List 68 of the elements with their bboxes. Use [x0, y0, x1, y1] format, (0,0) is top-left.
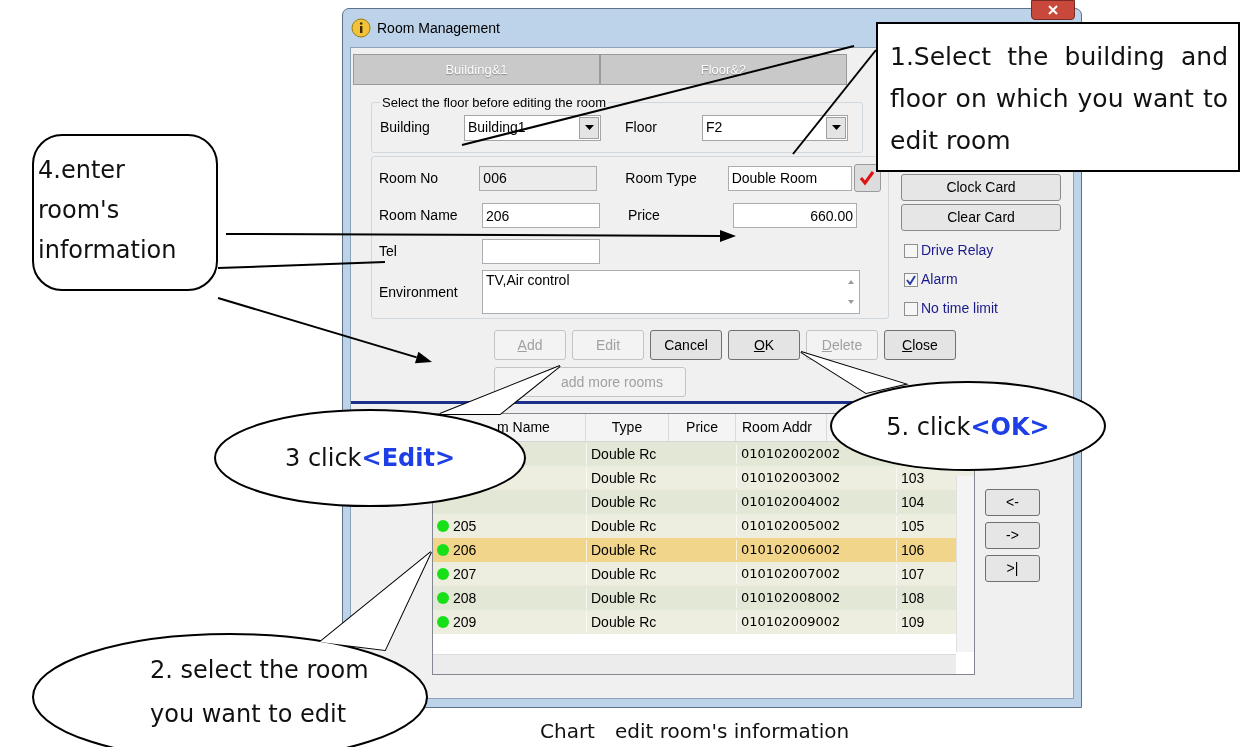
field-label: Environment [379, 282, 459, 302]
window-title: Room Management [377, 18, 500, 38]
callout-text: 4.enter room's information [38, 155, 178, 266]
field-label: Price [628, 206, 661, 225]
callout-text: 1.Select the building and floor on which you want to edit room [890, 41, 1228, 157]
checkbox[interactable] [904, 272, 918, 287]
table-cell: Double Rc [586, 491, 669, 513]
table-cell: 010102008002 [736, 588, 896, 608]
table-cell: Double Rc [586, 443, 669, 465]
table-cell-text: 207 [453, 564, 477, 584]
caret-icon [831, 125, 841, 130]
table-cell-text: 209 [453, 612, 477, 632]
input-field[interactable] [482, 239, 600, 264]
table-cell-text: 208 [453, 588, 477, 608]
card-button[interactable]: Clear Card [901, 204, 1061, 231]
column-header[interactable]: Room Addr [736, 414, 827, 441]
field-label: Room Name [379, 206, 459, 225]
group-caption: Select the floor before editing the room [381, 94, 608, 112]
table-cell: Double Rc [586, 587, 669, 609]
close-icon [1048, 5, 1058, 15]
field-label: Tel [379, 242, 398, 261]
checkbox-label: Alarm [921, 270, 958, 289]
horizontal-scrollbar[interactable] [433, 654, 956, 674]
table-cell: 010102003002 [736, 468, 896, 488]
table-cell: Double Rc [586, 515, 669, 537]
input-field[interactable]: 206 [482, 203, 600, 228]
column-header[interactable]: Price [669, 414, 736, 441]
checkbox-label: No time limit [921, 299, 998, 318]
table-cell: 010102004002 [736, 492, 896, 512]
checkbox[interactable] [904, 301, 918, 316]
column-header[interactable]: Type [586, 414, 669, 441]
checkmark-icon [859, 170, 876, 186]
field-label: Room No [379, 168, 440, 188]
field-label: Building [380, 118, 431, 137]
nav-button[interactable]: -> [985, 522, 1040, 549]
table-cell: Double Rc [586, 467, 669, 489]
input-field[interactable]: 660.00 [733, 203, 857, 228]
dropdown[interactable]: F2 [702, 114, 848, 141]
caret-icon [584, 125, 594, 130]
table-cell: 010102006002 [736, 540, 896, 560]
callout-text: 2. select the room you want to edit [150, 655, 370, 730]
input-field[interactable]: Double Room [727, 165, 852, 191]
close-button[interactable] [1031, 0, 1075, 20]
vertical-scrollbar[interactable] [956, 476, 974, 652]
nav-button[interactable]: <- [985, 489, 1040, 516]
table-cell-text: 206 [453, 540, 477, 560]
check-button[interactable] [853, 164, 881, 192]
checkbox[interactable] [904, 243, 918, 258]
callout-text: 5. click<OK> [885, 412, 1051, 443]
table-cell: 010102005002 [736, 516, 896, 536]
table-cell-text: 205 [453, 516, 477, 536]
action-button[interactable]: OK [728, 330, 800, 360]
checkbox-label: Drive Relay [921, 241, 994, 260]
figure-caption: Chart edit room's information [540, 718, 850, 745]
table-cell: 010102009002 [736, 612, 896, 632]
field-label: Room Type [625, 168, 698, 188]
action-button[interactable]: Cancel [650, 330, 722, 360]
dropdown[interactable]: Building1 [464, 114, 601, 141]
table-cell: Double Rc [586, 611, 669, 633]
field-label: Floor [625, 118, 658, 137]
info-icon [351, 18, 371, 38]
nav-button[interactable]: >| [985, 555, 1040, 582]
card-button[interactable]: Clock Card [901, 174, 1061, 201]
table-cell: Double Rc [586, 539, 669, 561]
table-cell: Double Rc [586, 563, 669, 585]
table-cell: 010102007002 [736, 564, 896, 584]
action-button[interactable]: Close [884, 330, 956, 360]
text-area[interactable]: TV,Air control [482, 270, 860, 314]
